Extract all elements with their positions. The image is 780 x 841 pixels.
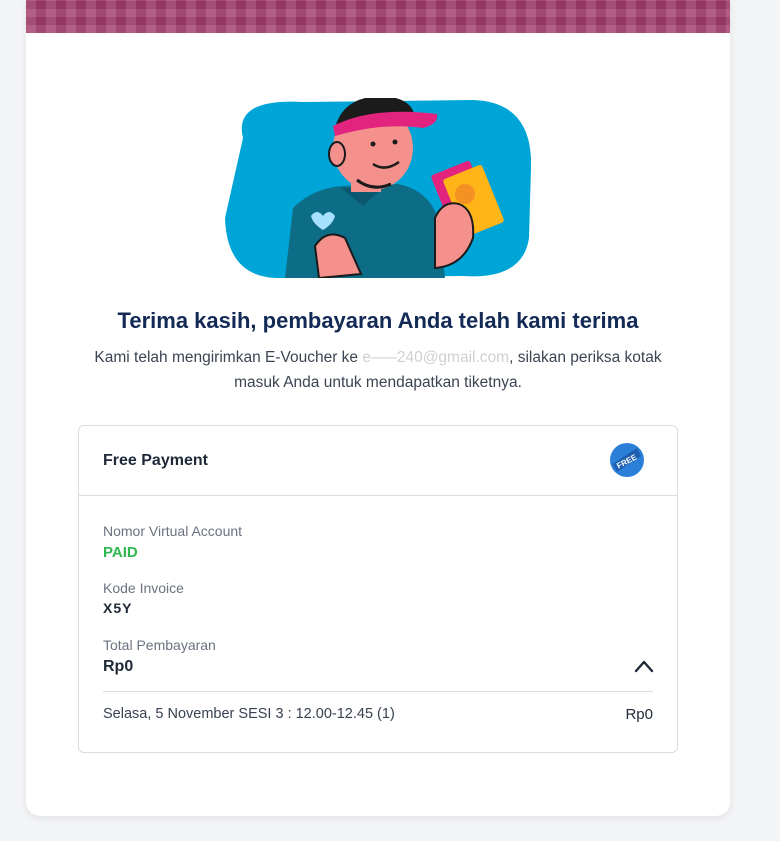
invoice-code: X5Y (103, 600, 133, 616)
payment-success-illustration (225, 98, 532, 278)
free-badge-icon: FREE (610, 443, 644, 477)
payment-method-title: Free Payment (103, 452, 208, 469)
session-amount: Rp0 (625, 706, 653, 723)
confirmation-card: Terima kasih, pembayaran Anda telah kami… (26, 0, 730, 816)
top-banner (26, 0, 730, 33)
recipient-email: e‒‒‒240@gmail.com (362, 349, 510, 366)
total-label: Total Pembayaran (103, 637, 216, 653)
total-amount: Rp0 (103, 658, 134, 675)
payment-details-panel: Free Payment FREE Nomor Virtual Account … (78, 425, 678, 753)
page-title: Terima kasih, pembayaran Anda telah kami… (117, 308, 639, 333)
payment-method-header: Free Payment FREE (79, 426, 677, 496)
message-prefix: Kami telah mengirimkan E-Voucher ke (94, 349, 363, 366)
session-description: Selasa, 5 November SESI 3 : 12.00-12.45 … (103, 706, 395, 722)
chevron-up-icon[interactable] (633, 658, 655, 674)
virtual-account-label: Nomor Virtual Account (103, 523, 243, 539)
invoice-label: Kode Invoice (103, 580, 184, 596)
virtual-account-status: PAID (103, 544, 138, 561)
confirmation-message: Kami telah mengirimkan E-Voucher ke e‒‒‒… (86, 345, 670, 395)
details-divider (103, 691, 653, 692)
